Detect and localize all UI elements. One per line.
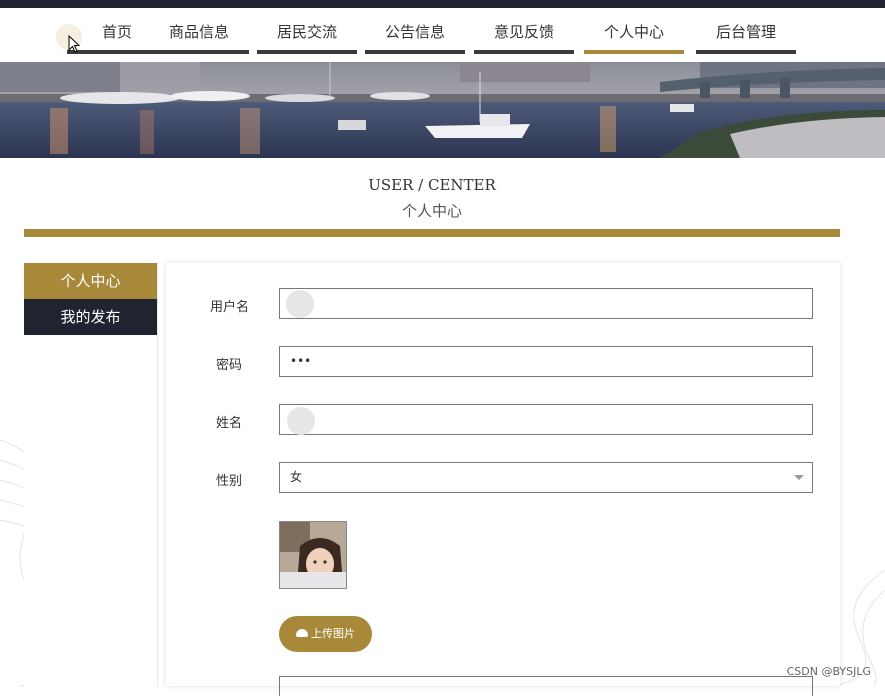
watermark: CSDN @BYSJLG: [786, 665, 871, 678]
nav-user-center-label: 个人中心: [603, 23, 664, 41]
password-value: •••: [290, 354, 312, 368]
name-field[interactable]: [279, 404, 813, 435]
sidebar-item-user-center[interactable]: 个人中心: [24, 263, 157, 299]
title-divider: [24, 229, 840, 237]
username-field[interactable]: [279, 288, 813, 319]
sidebar: 个人中心 我的发布: [24, 263, 158, 686]
nav-underline: [696, 50, 796, 54]
name-label: 姓名: [215, 416, 242, 431]
nav-admin-label: 后台管理: [715, 23, 776, 41]
gender-label: 性别: [215, 474, 242, 489]
blurred-username: [286, 290, 314, 318]
sidebar-item-label: 个人中心: [60, 272, 121, 290]
nav-announcements-label: 公告信息: [384, 23, 445, 41]
nav-products-label: 商品信息: [168, 23, 229, 41]
blurred-name: [287, 407, 315, 435]
gender-value: 女: [290, 470, 303, 484]
nav-admin[interactable]: 后台管理: [696, 8, 796, 54]
nav-home-label: 首页: [101, 23, 132, 41]
nav-resident-exchange[interactable]: 居民交流: [257, 8, 357, 54]
page-title-en: USER / CENTER: [368, 176, 496, 194]
nav-underline: [149, 50, 249, 54]
nav-underline-active: [584, 50, 684, 54]
mouse-cursor-icon: [68, 35, 80, 53]
nav-feedback-label: 意见反馈: [493, 23, 554, 41]
nav-underline: [257, 50, 357, 54]
nav-user-center[interactable]: 个人中心: [584, 8, 684, 54]
nav-underline: [474, 50, 574, 54]
upload-image-button[interactable]: 上传图片: [279, 616, 372, 652]
nav-underline: [365, 50, 465, 54]
nav-products[interactable]: 商品信息: [149, 8, 249, 54]
avatar[interactable]: [279, 521, 347, 589]
main-nav: 首页 商品信息 居民交流 公告信息 意见反馈 个人中心 后台管理: [0, 8, 885, 62]
page-title-cn: 个人中心: [401, 202, 462, 220]
password-field[interactable]: •••: [279, 346, 813, 377]
harbor-banner-image: [0, 62, 885, 158]
cloud-upload-icon: [296, 629, 308, 637]
top-bar: [0, 0, 885, 8]
chevron-down-icon: [794, 475, 804, 480]
password-label: 密码: [215, 358, 242, 373]
nav-resident-exchange-label: 居民交流: [276, 23, 337, 41]
sidebar-item-my-posts[interactable]: 我的发布: [24, 299, 157, 335]
nav-feedback[interactable]: 意见反馈: [474, 8, 574, 54]
next-form-field[interactable]: [279, 676, 813, 696]
upload-image-label: 上传图片: [311, 627, 355, 640]
sidebar-item-label: 我的发布: [60, 308, 121, 326]
username-label: 用户名: [209, 300, 249, 315]
nav-announcements[interactable]: 公告信息: [365, 8, 465, 54]
gender-select[interactable]: 女: [279, 462, 813, 493]
